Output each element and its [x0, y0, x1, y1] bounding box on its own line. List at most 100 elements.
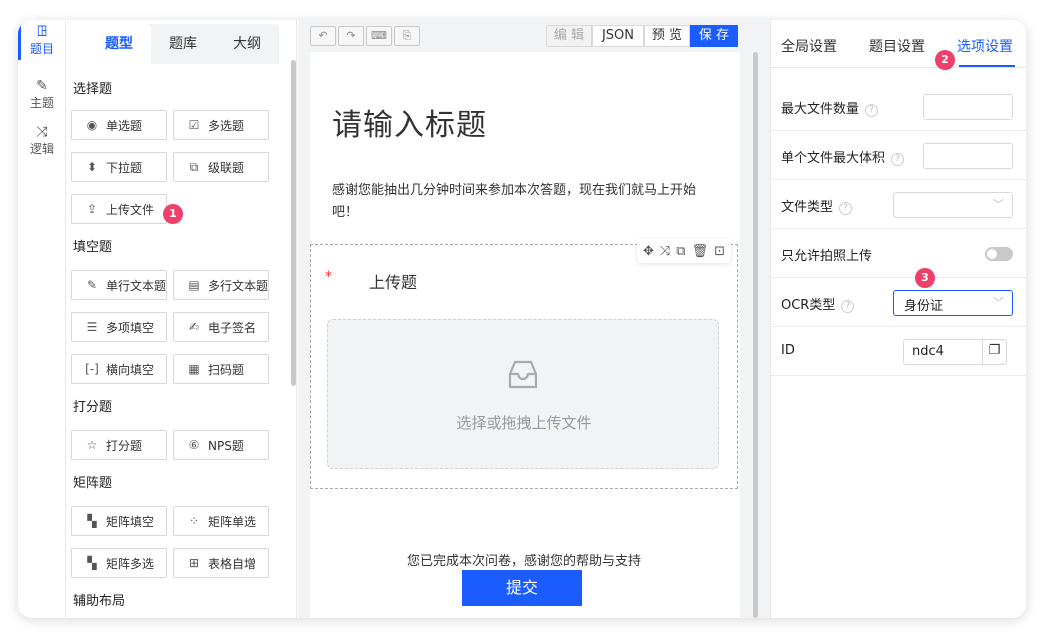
rail-item-label: 主题 [29, 96, 54, 110]
step-badge-2: 2 [935, 50, 955, 70]
step-badge-1: 1 [163, 204, 183, 224]
checkbox-icon: ☑ [188, 118, 200, 132]
json-button[interactable]: JSON [592, 25, 644, 47]
row-label: 单个文件最大体积? [781, 147, 905, 166]
editor-toolbar: ↶ ↷ ⌨ ⎘ 编 辑 JSON 预 览 保 存 [298, 20, 770, 52]
tab-question-settings[interactable]: 题目设置 [869, 36, 925, 56]
canvas-scrollbar[interactable] [753, 52, 758, 618]
trash-icon[interactable]: 🗑 [692, 244, 709, 259]
palette-scrollbar[interactable] [291, 60, 296, 386]
row-label: 只允许拍照上传 [781, 249, 873, 264]
save-button[interactable]: 保 存 [690, 25, 738, 47]
multi-fill-button[interactable]: ☰ 多项填空 [71, 312, 167, 342]
single-line-text-button[interactable]: ✎ 单行文本题 [71, 270, 167, 300]
tab-question-bank[interactable]: 题库 [151, 24, 215, 64]
save-to-bank-icon[interactable]: ⊡ [714, 244, 725, 259]
tab-outline[interactable]: 大纲 [215, 24, 279, 64]
rail-item-theme[interactable]: ✎ 主题 [18, 78, 66, 111]
nps-button[interactable]: ⑥ NPS题 [173, 430, 269, 460]
button-label: 矩阵多选 [106, 556, 155, 571]
matrix-dots-icon: ⁘ [188, 514, 200, 528]
tab-question-types[interactable]: 题型 [87, 24, 151, 64]
photo-only-toggle[interactable] [985, 247, 1013, 261]
multi-choice-button[interactable]: ☑ 多选题 [173, 110, 269, 140]
upload-dropzone[interactable]: 选择或拖拽上传文件 [327, 319, 719, 469]
cascade-icon: ⧉ [189, 159, 199, 174]
left-rail: ꖸ 题目 ✎ 主题 ⤨ 逻辑 [18, 20, 66, 618]
signature-button[interactable]: ✍ 电子签名 [173, 312, 269, 342]
upload-file-button[interactable]: ⇪ 上传文件 [71, 194, 167, 224]
app-window: ꖸ 题目 ✎ 主题 ⤨ 逻辑 题型 题库 大纲 选择题 ◉ 单选题 ☑ 多选题 ⬍ 下… [18, 20, 1026, 618]
textarea-icon: ▤ [188, 278, 200, 292]
row-ocr-type: OCR类型? 身份证 ﹀ [771, 278, 1026, 327]
button-label: NPS题 [208, 438, 244, 453]
max-file-count-input[interactable] [923, 94, 1013, 120]
help-icon[interactable]: ? [891, 153, 905, 166]
rail-item-label: 逻辑 [29, 142, 54, 156]
editor-canvas-area: ↶ ↷ ⌨ ⎘ 编 辑 JSON 预 览 保 存 请输入标题 感谢您能抽出几分钟… [298, 20, 770, 618]
rail-item-questions[interactable]: ꖸ 题目 [18, 24, 66, 60]
max-file-size-input[interactable] [923, 143, 1013, 169]
question-title[interactable]: 上传题 [369, 269, 417, 293]
rail-item-label: 题目 [29, 42, 54, 56]
tab-option-settings[interactable]: 选项设置 [957, 36, 1013, 56]
help-icon[interactable]: ? [865, 104, 879, 117]
help-icon[interactable]: ? [839, 202, 853, 215]
link-icon[interactable]: ⎘ [394, 26, 420, 46]
file-type-select[interactable]: ﹀ [893, 192, 1013, 218]
preview-button[interactable]: 预 览 [644, 25, 690, 47]
button-label: 多选题 [208, 118, 245, 133]
section-title-score: 打分题 [73, 400, 113, 415]
number-circle-icon: ⑥ [188, 438, 200, 452]
table-add-icon: ⊞ [188, 556, 200, 570]
finish-message[interactable]: 您已完成本次问卷，感谢您的帮助与支持 [310, 550, 738, 569]
palette-icon: ✎ [36, 78, 48, 94]
multi-line-text-button[interactable]: ▤ 多行文本题 [173, 270, 269, 300]
copy-icon[interactable]: ⧉ [676, 244, 685, 259]
help-icon[interactable]: ? [841, 300, 855, 313]
matrix-single-button[interactable]: ⁘ 矩阵单选 [173, 506, 269, 536]
button-label: 级联题 [208, 160, 245, 175]
survey-intro[interactable]: 感谢您能抽出几分钟时间来参加本次答题，现在我们就马上开始吧！ [332, 180, 712, 224]
cascade-question-button[interactable]: ⧉ 级联题 [173, 152, 269, 182]
undo-icon[interactable]: ↶ [310, 26, 336, 46]
upload-question-card[interactable]: ✥ ⤨ ⧉ 🗑 ⊡ * 上传题 选择或拖拽上传文件 [310, 239, 738, 489]
row-label: 文件类型? [781, 196, 853, 215]
survey-title[interactable]: 请输入标题 [332, 100, 487, 144]
button-label: 表格自增 [208, 556, 257, 571]
row-max-file-size: 单个文件最大体积? [771, 131, 1026, 180]
pen-icon: ✍ [188, 320, 200, 334]
scan-code-button[interactable]: ▦ 扫码题 [173, 354, 269, 384]
shuffle-icon: ⤨ [36, 124, 48, 140]
rail-item-logic[interactable]: ⤨ 逻辑 [18, 124, 66, 157]
table-auto-button[interactable]: ⊞ 表格自增 [173, 548, 269, 578]
matrix-icon: ▚ [87, 514, 97, 528]
section-title-layout: 辅助布局 [73, 594, 126, 609]
single-choice-button[interactable]: ◉ 单选题 [71, 110, 167, 140]
required-mark: * [325, 269, 332, 285]
row-id: ID ndc4 ❐ [771, 327, 1026, 376]
question-palette: 题型 题库 大纲 选择题 ◉ 单选题 ☑ 多选题 ⬍ 下拉题 ⧉ 级联题 ⇪ 上传文件 1… [67, 20, 297, 618]
tab-global-settings[interactable]: 全局设置 [781, 36, 837, 56]
settings-panel: 全局设置 题目设置 选项设置 2 最大文件数量? 单个文件最大体积? 文件类型?… [770, 20, 1026, 618]
dropdown-question-button[interactable]: ⬍ 下拉题 [71, 152, 167, 182]
edit-button[interactable]: 编 辑 [546, 25, 592, 47]
grid-icon: ꖸ [36, 24, 48, 40]
matrix-fill-button[interactable]: ▚ 矩阵填空 [71, 506, 167, 536]
rating-button[interactable]: ☆ 打分题 [71, 430, 167, 460]
button-label: 矩阵填空 [106, 514, 155, 529]
id-field[interactable]: ndc4 ❐ [903, 339, 1007, 365]
copy-icon[interactable]: ❐ [982, 339, 1006, 365]
question-toolbar: ✥ ⤨ ⧉ 🗑 ⊡ [636, 239, 731, 263]
shuffle-icon[interactable]: ⤨ [660, 244, 670, 259]
ocr-type-select[interactable]: 身份证 ﹀ [893, 290, 1013, 316]
redo-icon[interactable]: ↷ [338, 26, 364, 46]
survey-page: 请输入标题 感谢您能抽出几分钟时间来参加本次答题，现在我们就马上开始吧！ ✥ ⤨… [310, 52, 740, 618]
move-icon[interactable]: ✥ [643, 244, 654, 259]
matrix-multi-button[interactable]: ▚ 矩阵多选 [71, 548, 167, 578]
horizontal-fill-button[interactable]: [-] 横向填空 [71, 354, 167, 384]
keyboard-icon[interactable]: ⌨ [366, 26, 392, 46]
submit-button[interactable]: 提交 [462, 570, 582, 606]
bracket-icon: [-] [85, 362, 99, 376]
button-label: 单行文本题 [105, 278, 166, 293]
